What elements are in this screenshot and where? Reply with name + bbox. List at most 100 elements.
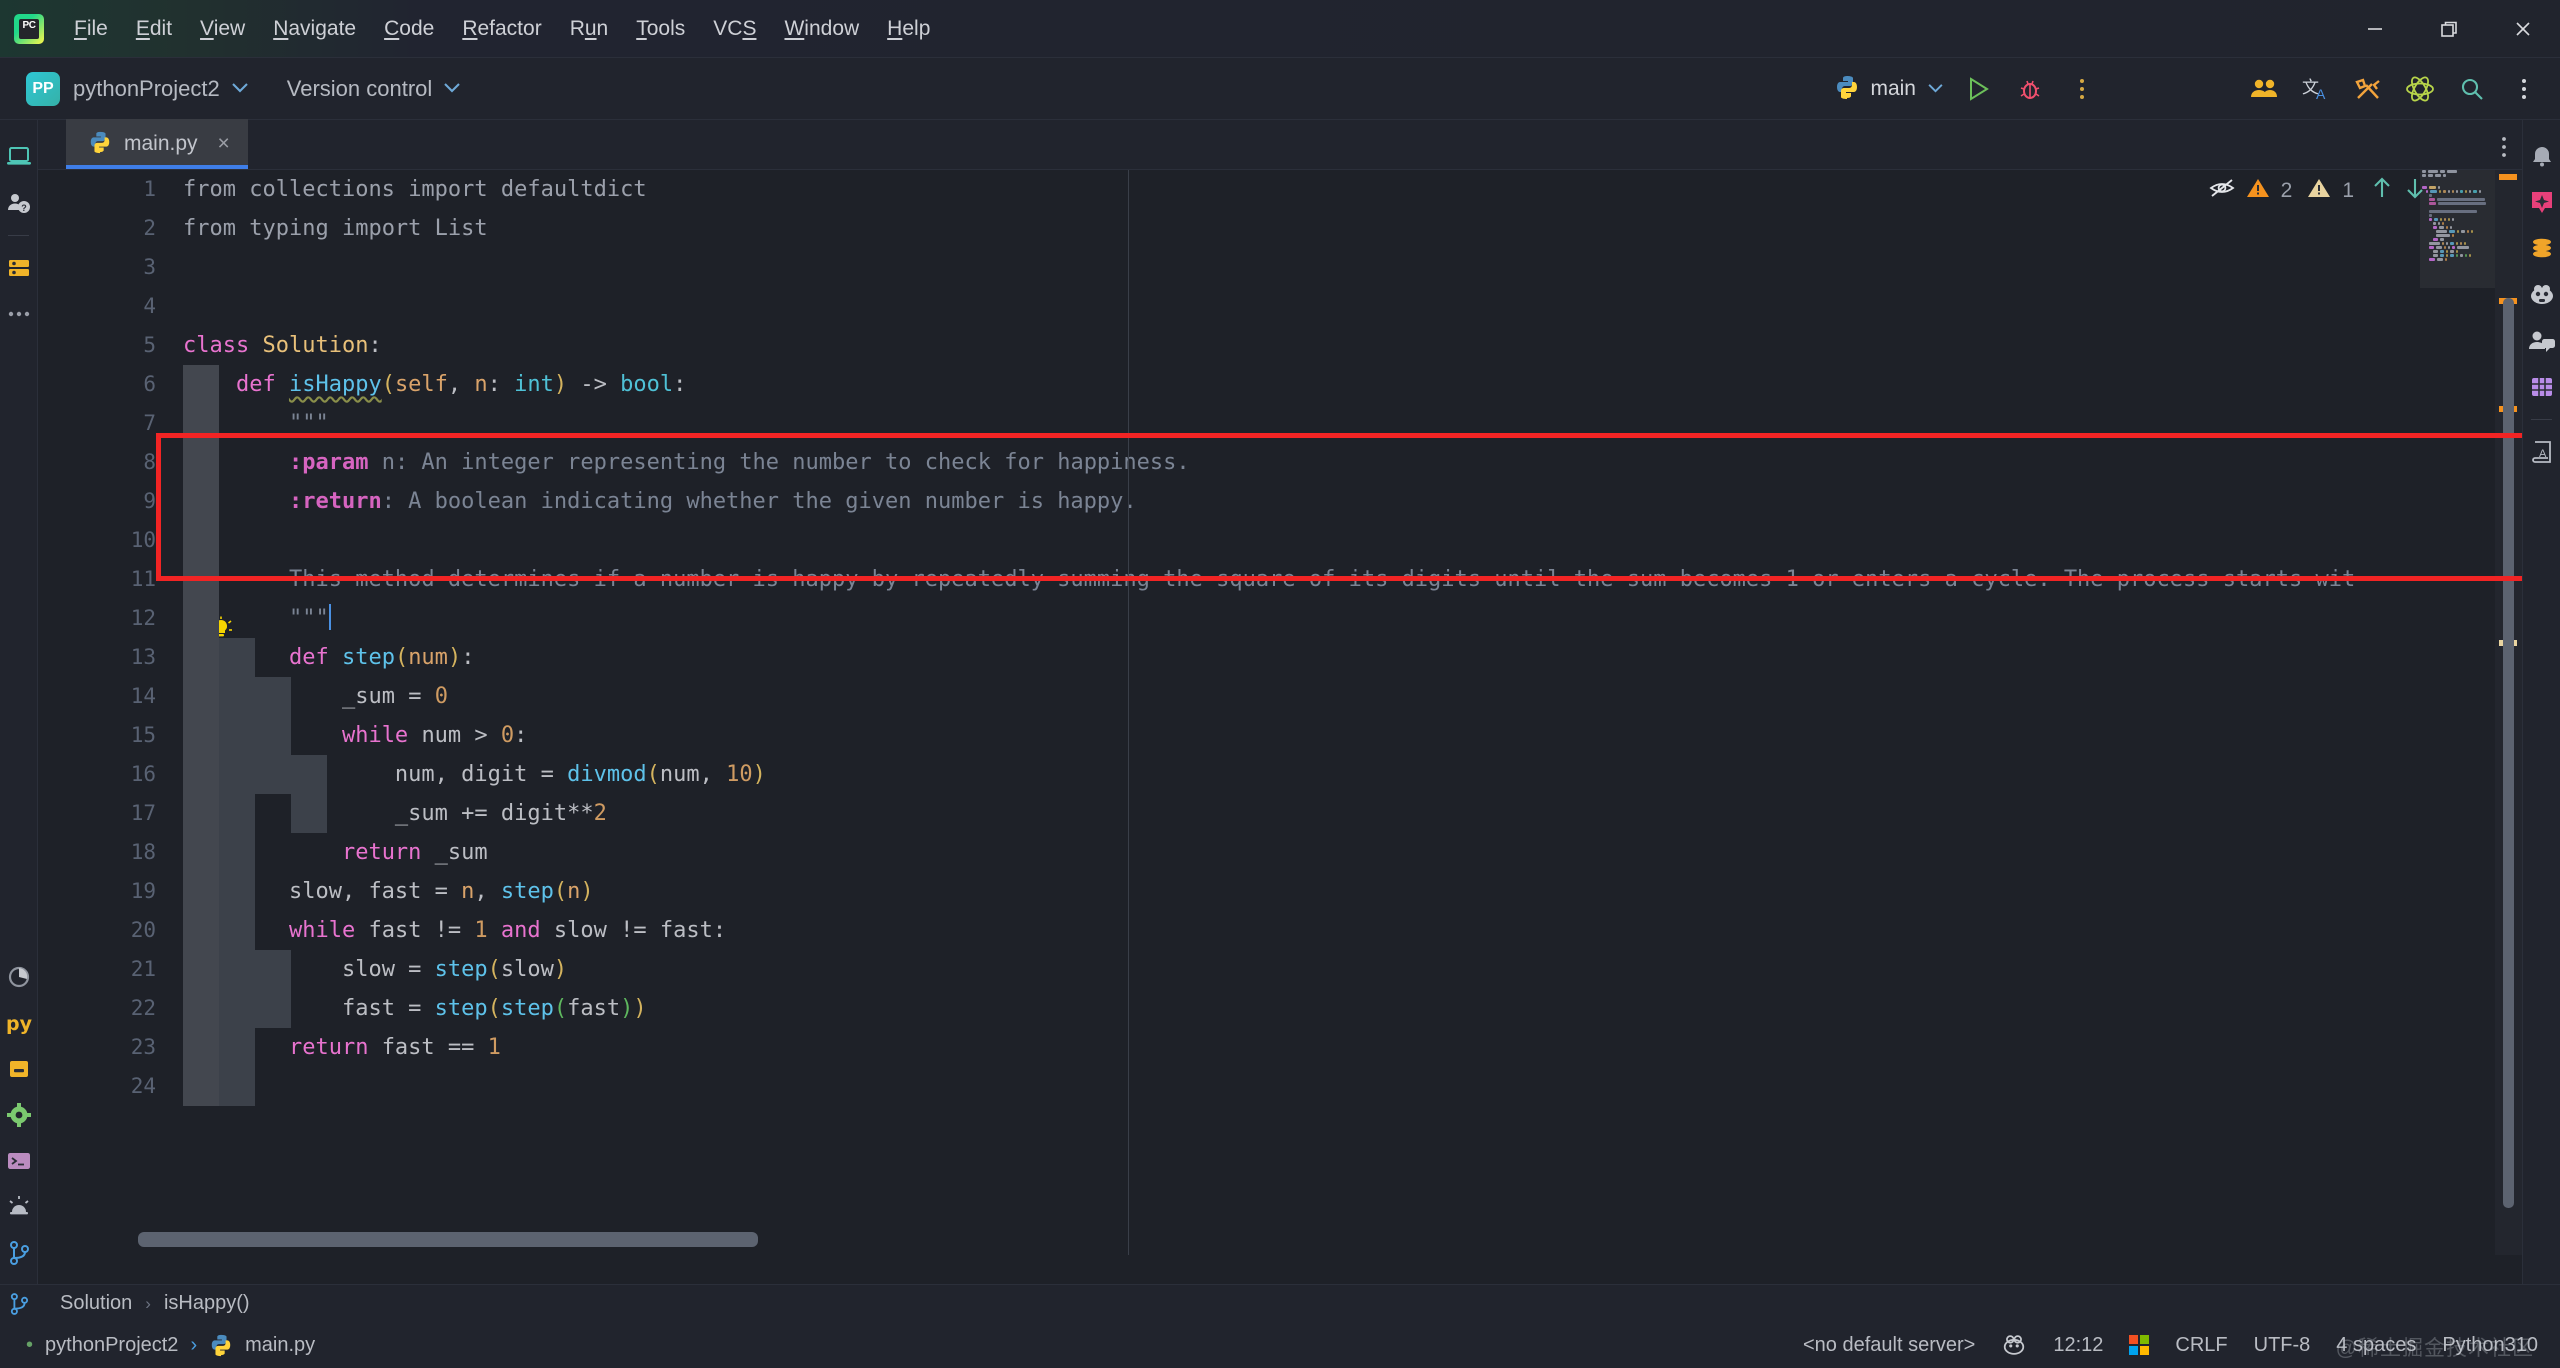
menu-vcs[interactable]: VCS: [699, 11, 770, 47]
code-line[interactable]: """: [183, 404, 2522, 443]
code-line[interactable]: [183, 248, 2522, 287]
menu-file[interactable]: File: [60, 11, 122, 47]
bot-icon[interactable]: [2001, 1333, 2027, 1357]
status-encoding[interactable]: UTF-8: [2254, 1334, 2311, 1357]
warning-triangle-orange-icon[interactable]: [2246, 177, 2270, 204]
code-line[interactable]: [183, 521, 2522, 560]
menu-edit[interactable]: Edit: [122, 11, 186, 47]
code-line[interactable]: fast = step(step(fast)): [183, 989, 2522, 1028]
menu-help[interactable]: Help: [873, 11, 944, 47]
vertical-scrollbar[interactable]: [2503, 298, 2514, 1208]
code-line[interactable]: while fast != 1 and slow != fast:: [183, 911, 2522, 950]
status-project-name[interactable]: pythonProject2: [45, 1334, 178, 1357]
code-line[interactable]: """: [183, 599, 2522, 638]
code-line[interactable]: from collections import defaultdict: [183, 170, 2522, 209]
code-minimap[interactable]: [2420, 170, 2495, 1255]
menu-window[interactable]: Window: [770, 11, 873, 47]
more-vertical-icon[interactable]: [2056, 58, 2108, 120]
run-button[interactable]: [1952, 58, 2004, 120]
code-line[interactable]: [183, 1067, 2522, 1106]
profiler-icon[interactable]: [0, 954, 38, 1000]
code-line[interactable]: _sum = 0: [183, 677, 2522, 716]
code-line[interactable]: while num > 0:: [183, 716, 2522, 755]
database-icon[interactable]: [2523, 226, 2560, 272]
ai-assistant-icon[interactable]: [2394, 58, 2446, 120]
status-caret-position[interactable]: 12:12: [2053, 1334, 2103, 1357]
minimize-icon[interactable]: [2338, 0, 2412, 58]
code-line[interactable]: :return: A boolean indicating whether th…: [183, 482, 2522, 521]
code-line[interactable]: def isHappy(self, n: int) -> bool:: [183, 365, 2522, 404]
run-configuration-selector[interactable]: main: [1834, 74, 1944, 105]
terminal-icon[interactable]: [0, 1138, 38, 1184]
problems-icon[interactable]: [0, 1184, 38, 1230]
window-controls: [2338, 0, 2560, 58]
bot-chat-icon[interactable]: [2523, 318, 2560, 364]
restore-icon[interactable]: [2412, 0, 2486, 58]
code-line[interactable]: class Solution:: [183, 326, 2522, 365]
code-line[interactable]: num, digit = divmod(num, 10): [183, 755, 2522, 794]
line-number: 13: [38, 638, 183, 677]
code-token: [183, 684, 342, 709]
inspection-hidden-icon[interactable]: [2209, 177, 2235, 204]
code-line[interactable]: return _sum: [183, 833, 2522, 872]
breadcrumb-item-method[interactable]: isHappy(): [164, 1292, 250, 1315]
code-content[interactable]: from collections import defaultdictfrom …: [183, 170, 2522, 1255]
package-icon[interactable]: [0, 1046, 38, 1092]
prev-problem-icon[interactable]: [2371, 176, 2393, 205]
ai-chat-icon[interactable]: [2523, 180, 2560, 226]
stripe-mark-warning[interactable]: [2499, 174, 2517, 180]
menu-tools[interactable]: Tools: [622, 11, 699, 47]
windows-icon[interactable]: [2129, 1335, 2149, 1355]
code-line[interactable]: def step(num):: [183, 638, 2522, 677]
collaborate-icon[interactable]: [2238, 58, 2290, 120]
python-packages-icon[interactable]: py: [0, 1000, 38, 1046]
status-indent[interactable]: 4 spaces: [2336, 1334, 2416, 1357]
project-selector[interactable]: pythonProject2: [73, 76, 249, 102]
code-line[interactable]: slow, fast = n, step(n): [183, 872, 2522, 911]
menu-code[interactable]: Code: [370, 11, 448, 47]
status-file-name[interactable]: main.py: [245, 1334, 315, 1357]
code-line[interactable]: slow = step(slow): [183, 950, 2522, 989]
database-icon[interactable]: [0, 245, 38, 291]
translate-icon[interactable]: 文 A: [2290, 58, 2342, 120]
minimap-viewport[interactable]: [2420, 170, 2495, 288]
search-icon[interactable]: [2446, 58, 2498, 120]
code-line[interactable]: This method determines if a number is ha…: [183, 560, 2522, 599]
status-default-server[interactable]: <no default server>: [1803, 1334, 1975, 1357]
table-grid-icon[interactable]: [2523, 364, 2560, 410]
code-line[interactable]: _sum += digit**2: [183, 794, 2522, 833]
git-branch-icon[interactable]: [0, 1291, 38, 1317]
code-editor[interactable]: 123456789101112131415161718192021222324 …: [38, 170, 2522, 1255]
bot-icon[interactable]: [2523, 272, 2560, 318]
code-token: step: [342, 645, 395, 670]
code-line[interactable]: from typing import List: [183, 209, 2522, 248]
menu-navigate[interactable]: Navigate: [259, 11, 370, 47]
menu-view[interactable]: View: [186, 11, 259, 47]
close-icon[interactable]: [2486, 0, 2560, 58]
learn-icon[interactable]: ?: [0, 180, 38, 226]
horizontal-scrollbar[interactable]: [138, 1232, 758, 1247]
code-line[interactable]: :param n: An integer representing the nu…: [183, 443, 2522, 482]
version-control-selector[interactable]: Version control: [287, 76, 462, 102]
more-tools-icon[interactable]: [0, 291, 38, 337]
menu-refactor[interactable]: Refactor: [448, 11, 555, 47]
warning-triangle-yellow-icon[interactable]: [2307, 177, 2331, 204]
close-icon[interactable]: ×: [218, 132, 230, 156]
debug-button[interactable]: [2004, 58, 2056, 120]
tab-options-icon[interactable]: [2500, 135, 2508, 164]
code-token: defaultdict: [501, 177, 647, 202]
menu-run[interactable]: Run: [556, 11, 623, 47]
tools-icon[interactable]: [2342, 58, 2394, 120]
breadcrumb-item-class[interactable]: Solution: [60, 1292, 132, 1315]
project-icon[interactable]: [0, 134, 38, 180]
code-line[interactable]: [183, 287, 2522, 326]
code-line[interactable]: return fast == 1: [183, 1028, 2522, 1067]
git-icon[interactable]: [0, 1230, 38, 1276]
editor-tab-main-py[interactable]: main.py ×: [66, 119, 248, 169]
more-vertical-icon[interactable]: [2498, 58, 2550, 120]
status-line-separator[interactable]: CRLF: [2175, 1334, 2227, 1357]
status-interpreter[interactable]: Python310: [2442, 1334, 2538, 1357]
dictionary-icon[interactable]: A: [2523, 429, 2560, 475]
settings-icon[interactable]: [0, 1092, 38, 1138]
notifications-icon[interactable]: [2523, 134, 2560, 180]
